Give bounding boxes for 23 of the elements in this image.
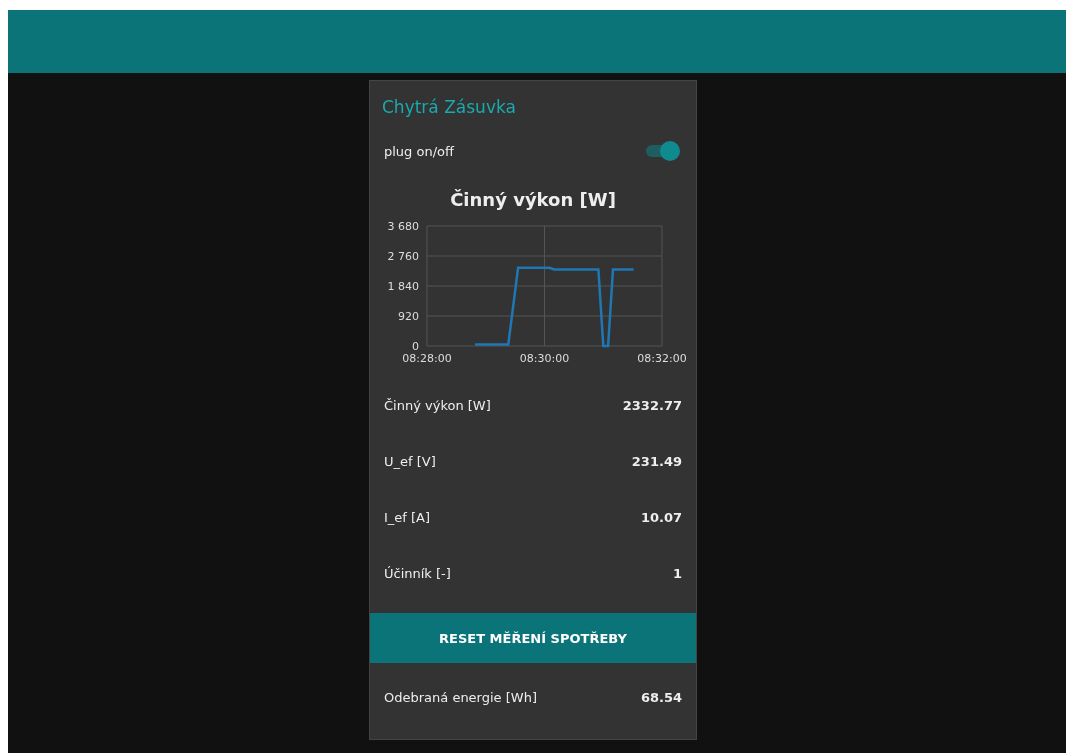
y-tick-label: 1 840	[387, 280, 419, 293]
reading-label: U_ef [V]	[384, 453, 436, 469]
y-tick-label: 0	[412, 340, 419, 353]
x-tick-label: 08:32:00	[637, 352, 687, 365]
energy-value: 68.54	[640, 689, 682, 705]
toggle-switch[interactable]	[644, 141, 680, 161]
x-tick-label: 08:28:00	[402, 352, 452, 365]
reading-value: 2332.77	[622, 397, 682, 413]
reading-label: Účinník [-]	[384, 565, 451, 581]
switch-label: plug on/off	[384, 143, 454, 159]
reading-label: I_ef [A]	[384, 509, 431, 525]
energy-label: Odebraná energie [Wh]	[384, 689, 537, 705]
y-tick-label: 3 680	[387, 220, 419, 233]
y-tick-label: 920	[398, 310, 419, 323]
reading-label: Činný výkon [W]	[384, 397, 491, 413]
card-title: Chytrá Zásuvka	[381, 96, 517, 117]
reading-value: 1	[672, 565, 682, 581]
reading-value: 10.07	[640, 509, 682, 525]
reading-value: 231.49	[631, 453, 682, 469]
y-tick-label: 2 760	[387, 250, 419, 263]
x-tick-label: 08:30:00	[519, 352, 570, 365]
chart-title: Činný výkon [W]	[449, 189, 617, 210]
reset-button[interactable]: RESET MĚŘENÍ SPOTŘEBY	[370, 613, 696, 663]
